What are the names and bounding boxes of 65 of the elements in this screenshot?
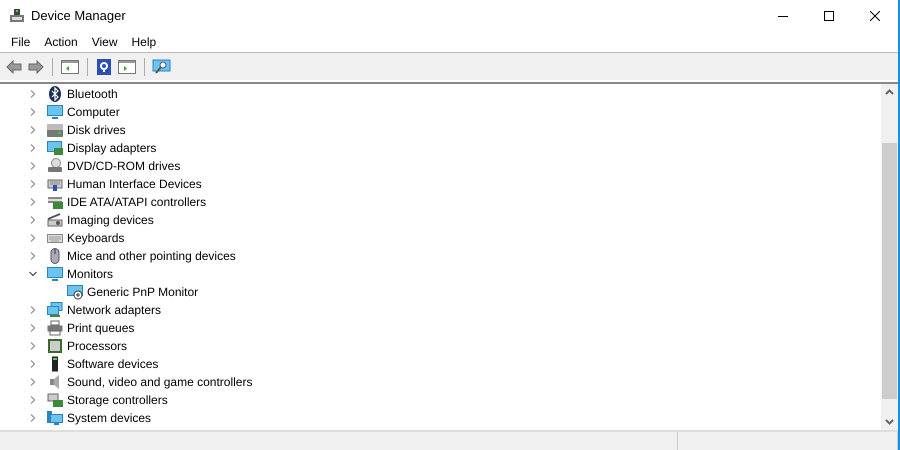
tree-item[interactable]: Human Interface Devices	[67, 175, 202, 193]
disc-drive-icon	[47, 158, 63, 174]
tree-item[interactable]: Software devices	[67, 355, 158, 373]
tree-item[interactable]: Processors	[67, 337, 128, 355]
expand-icon[interactable]	[29, 234, 37, 242]
tree-item[interactable]: Generic PnP Monitor	[87, 283, 198, 301]
tree-item[interactable]: Imaging devices	[67, 211, 154, 229]
bluetooth-icon	[47, 86, 63, 102]
storage-controller-icon	[47, 392, 63, 408]
display-adapter-icon	[47, 140, 63, 156]
tree-item[interactable]: Mice and other pointing devices	[67, 247, 236, 265]
drive-icon	[47, 122, 63, 138]
printer-icon	[47, 320, 63, 336]
expand-icon[interactable]	[29, 342, 37, 350]
tree-item[interactable]: Bluetooth	[67, 85, 118, 103]
menu-item[interactable]: Action	[37, 32, 85, 52]
menu-item[interactable]: File	[4, 32, 38, 52]
tree-item[interactable]: Sound, video and game controllers	[67, 373, 252, 391]
scanner-icon	[47, 212, 63, 228]
scrollbar[interactable]	[881, 84, 898, 430]
expand-icon[interactable]	[29, 378, 37, 386]
monitor-icon	[47, 104, 63, 120]
tree-item[interactable]: IDE ATA/ATAPI controllers	[67, 193, 206, 211]
monitor-icon	[47, 266, 63, 282]
tree-item[interactable]: Display adapters	[67, 139, 156, 157]
scrollbar-thumb[interactable]	[882, 143, 897, 399]
expand-icon[interactable]	[29, 180, 37, 188]
expand-icon[interactable]	[29, 396, 37, 404]
chip-icon	[47, 338, 63, 354]
tree-item[interactable]: Computer	[67, 103, 120, 121]
expand-icon[interactable]	[29, 414, 37, 422]
tree-item[interactable]: Keyboards	[67, 229, 124, 247]
expand-icon[interactable]	[29, 162, 37, 170]
expand-icon[interactable]	[29, 252, 37, 260]
help-button[interactable]	[94, 56, 114, 76]
system-icon	[47, 410, 63, 426]
tree-item[interactable]: System devices	[67, 409, 152, 427]
expand-icon[interactable]	[29, 306, 37, 314]
scroll-down-icon[interactable]	[885, 419, 894, 425]
expand-icon[interactable]	[29, 90, 37, 98]
close-icon	[870, 11, 880, 21]
tree-item[interactable]: Network adapters	[67, 301, 162, 319]
window-title: Device Manager	[31, 7, 126, 26]
tree-item[interactable]: Print queues	[67, 319, 134, 337]
device-icon	[9, 8, 25, 24]
controller-card-icon	[47, 194, 63, 210]
expand-icon[interactable]	[29, 126, 37, 134]
expand-icon[interactable]	[29, 108, 37, 116]
tree-item[interactable]: DVD/CD-ROM drives	[67, 157, 180, 175]
scroll-up-icon[interactable]	[885, 89, 894, 95]
menu-item[interactable]: Help	[124, 32, 164, 52]
tree-item[interactable]: Storage controllers	[67, 391, 168, 409]
expand-icon[interactable]	[29, 144, 37, 152]
expand-icon[interactable]	[29, 324, 37, 332]
collapse-icon[interactable]	[29, 270, 37, 278]
expand-icon[interactable]	[29, 216, 37, 224]
menu-item[interactable]: View	[84, 32, 124, 52]
monitor-icon	[67, 284, 83, 300]
network-icon	[47, 302, 63, 318]
tree-item[interactable]: Monitors	[67, 265, 114, 283]
scan-hardware-button[interactable]	[151, 56, 173, 76]
expand-icon[interactable]	[29, 360, 37, 368]
tree-item[interactable]: Disk drives	[67, 121, 126, 139]
maximize-icon	[824, 11, 834, 21]
expand-icon[interactable]	[29, 198, 37, 206]
